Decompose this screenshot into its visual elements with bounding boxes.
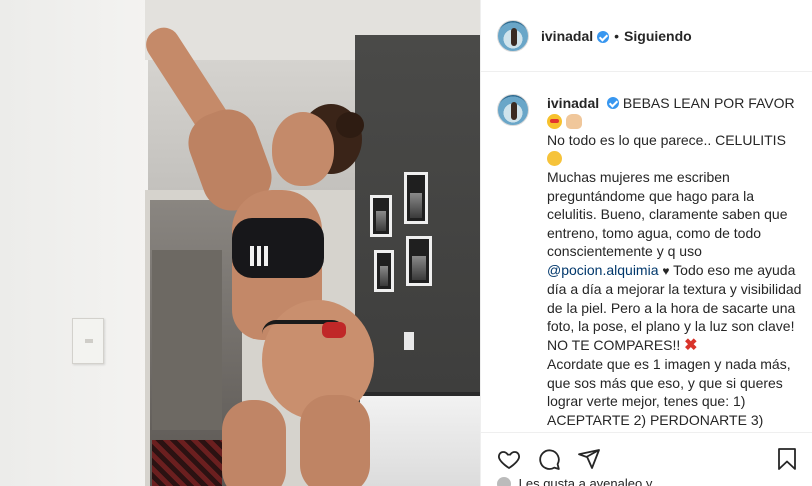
smiling-emoji-icon	[547, 150, 562, 166]
verified-badge-icon	[597, 30, 610, 43]
wall-frame	[370, 195, 392, 237]
avatar[interactable]	[497, 19, 529, 52]
header-username[interactable]: ivinadal	[541, 28, 593, 44]
mention-link[interactable]: @pocion.alquimia	[547, 262, 659, 278]
inner-room	[152, 250, 222, 430]
caption-text: ivinadal BEBAS LEAN POR FAVOR No todo es…	[547, 94, 807, 430]
sports-top	[232, 218, 324, 278]
share-icon[interactable]	[577, 447, 601, 471]
thong-red	[322, 322, 346, 338]
bookmark-icon[interactable]	[775, 447, 799, 471]
likes-text: Les gusta a ayenaleo y	[518, 476, 653, 486]
wall-frame	[404, 172, 428, 224]
comment-icon[interactable]	[537, 447, 561, 471]
person-leg	[300, 395, 370, 486]
wall-outlet	[404, 332, 414, 350]
light-switch	[72, 318, 104, 364]
top-stripe	[264, 246, 268, 266]
likes-summary: Les gusta a ayenaleo y	[497, 476, 652, 486]
caption-line1: BEBAS LEAN POR FAVOR	[622, 95, 795, 111]
separator-dot: •	[614, 27, 620, 44]
caption-p2: No todo es lo que parece.. CELULITIS	[547, 132, 786, 148]
star-struck-emoji-icon	[547, 113, 562, 129]
person-head	[272, 112, 334, 186]
person-hair-bun	[336, 112, 364, 138]
heart-symbol: ♥	[662, 263, 670, 278]
wall-frame	[406, 236, 432, 286]
photo-wall	[0, 0, 150, 486]
top-stripe	[257, 246, 261, 266]
verified-badge-icon	[607, 97, 620, 109]
praying-hands-emoji-icon	[565, 113, 582, 129]
cross-mark-icon: ✖	[684, 336, 698, 354]
floor-rug	[152, 440, 222, 486]
caption: ivinadal BEBAS LEAN POR FAVOR No todo es…	[497, 94, 807, 430]
caption-p3-pre: Muchas mujeres me escriben preguntándome…	[547, 169, 788, 259]
liker-avatar[interactable]	[497, 477, 511, 486]
heart-icon[interactable]	[497, 447, 521, 471]
caption-username[interactable]: ivinadal	[547, 95, 599, 111]
following-button[interactable]: Siguiendo	[624, 28, 692, 44]
post-photo[interactable]	[0, 0, 480, 486]
person-leg	[222, 400, 286, 486]
counter	[360, 392, 480, 486]
top-stripe	[250, 246, 254, 266]
caption-p4: Acordate que es 1 imagen y nada más, que…	[547, 356, 791, 428]
post-side-panel: ivinadal • Siguiendo ivinadal BEBAS LEAN…	[480, 0, 812, 486]
post-header: ivinadal • Siguiendo	[481, 0, 812, 72]
caption-avatar[interactable]	[497, 94, 529, 126]
wall-frame	[374, 250, 394, 292]
